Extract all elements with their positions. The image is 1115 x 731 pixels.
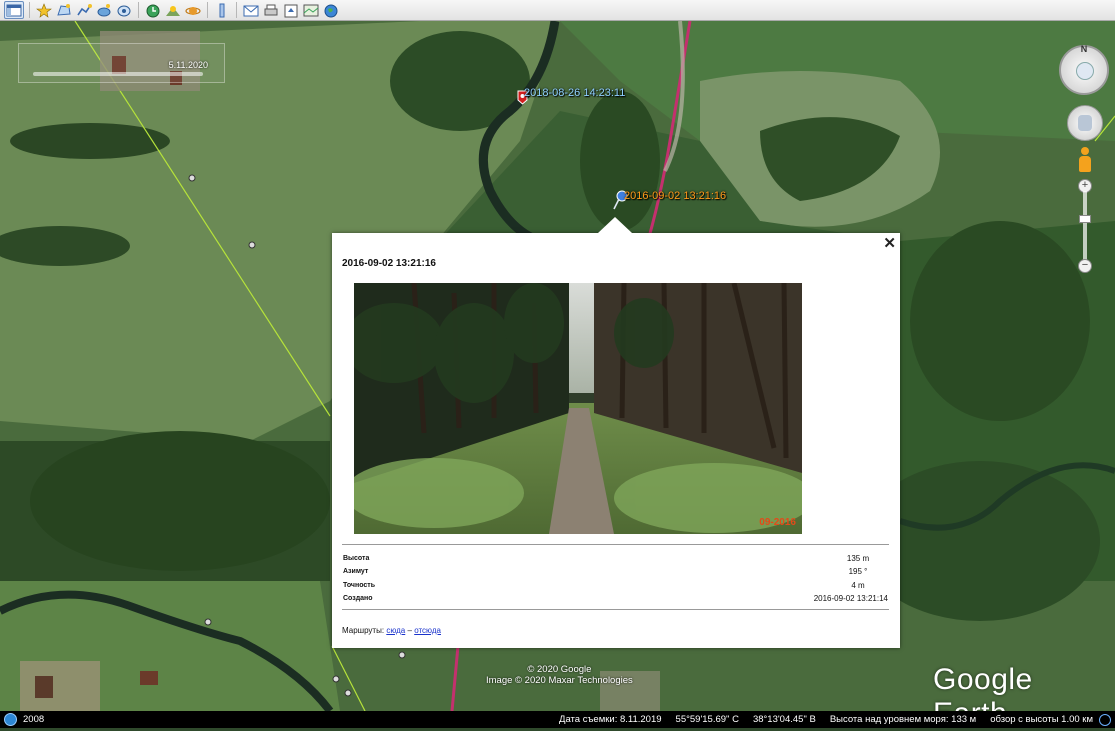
property-value: 2016-09-02 13:21:14 — [813, 594, 888, 604]
imagery-year[interactable]: 2008 — [23, 714, 44, 725]
historical-imagery-icon[interactable] — [144, 2, 162, 18]
move-joystick[interactable] — [1067, 105, 1103, 141]
add-placemark-icon[interactable] — [35, 2, 53, 18]
copyright-maxar: Image © 2020 Maxar Technologies — [486, 675, 633, 686]
placemark-balloon: ✕ 2016-09-02 13:21:16 09-2016 Высота 135… — [332, 217, 900, 648]
divider — [342, 609, 889, 610]
add-image-overlay-icon[interactable] — [95, 2, 113, 18]
zoom-thumb[interactable] — [1079, 215, 1091, 223]
hand-icon — [1078, 115, 1092, 131]
streaming-indicator-icon — [1099, 713, 1111, 726]
route-to-link[interactable]: сюда — [386, 626, 405, 635]
add-polygon-icon[interactable] — [55, 2, 73, 18]
imagery-date: Дата съемки: 8.11.2019 — [559, 714, 662, 725]
toolbar-separator — [236, 2, 237, 18]
close-icon[interactable]: ✕ — [883, 234, 896, 252]
navigation-controls: N + − — [1059, 44, 1111, 275]
add-path-icon[interactable] — [75, 2, 93, 18]
property-row: Создано 2016-09-02 13:21:14 — [343, 592, 888, 605]
properties-table: Высота 135 m Азимут 195 ° Точность 4 m С… — [343, 552, 888, 605]
sidebar-toggle-icon[interactable] — [4, 1, 24, 19]
sun-icon[interactable] — [164, 2, 182, 18]
email-icon[interactable] — [242, 2, 260, 18]
north-indicator[interactable]: N — [1081, 44, 1088, 54]
street-view-pegman-icon[interactable] — [1078, 147, 1092, 173]
property-value: 195 ° — [848, 567, 868, 577]
time-slider[interactable]: 5.11.2020 — [18, 43, 225, 83]
time-slider-date: 5.11.2020 — [168, 60, 208, 70]
zoom-track[interactable] — [1083, 191, 1087, 263]
planet-icon[interactable] — [184, 2, 202, 18]
view-in-maps-icon[interactable] — [302, 2, 320, 18]
property-row: Высота 135 m — [343, 552, 888, 565]
balloon-title: 2016-09-02 13:21:16 — [342, 258, 436, 269]
toolbar-separator — [138, 2, 139, 18]
routes-line: Маршруты: сюда – отсюда — [342, 626, 441, 635]
longitude: 38°13'04.45" В — [752, 714, 816, 725]
property-value: 135 m — [846, 554, 870, 564]
routes-label: Маршруты: — [342, 626, 385, 635]
property-value: 4 m — [851, 580, 865, 590]
time-slider-track[interactable] — [33, 72, 203, 76]
zoom-slider[interactable]: + − — [1078, 179, 1092, 275]
look-around-icon[interactable] — [1076, 62, 1094, 80]
toolbar — [0, 0, 1115, 21]
latitude: 55°59'15.69" С — [675, 714, 739, 725]
elevation: Высота над уровнем моря: 133 м — [829, 714, 977, 725]
save-image-icon[interactable] — [282, 2, 300, 18]
toolbar-separator — [207, 2, 208, 18]
route-from-link[interactable]: отсюда — [414, 626, 441, 635]
routes-separator: – — [407, 626, 412, 635]
record-tour-icon[interactable] — [115, 2, 133, 18]
placemark-label[interactable]: 2016-09-02 13:21:16 — [624, 190, 726, 202]
eye-altitude: обзор с высоты 1.00 км — [990, 714, 1093, 725]
status-bar: 2008 Дата съемки: 8.11.2019 55°59'15.69"… — [0, 711, 1115, 728]
earth-icon[interactable] — [322, 2, 340, 18]
globe-icon — [4, 713, 17, 726]
zoom-out-button[interactable]: − — [1078, 259, 1092, 273]
property-row: Азимут 195 ° — [343, 565, 888, 578]
property-key: Точность — [343, 581, 376, 589]
photo-date-stamp: 09-2016 — [759, 517, 796, 528]
property-key: Азимут — [343, 568, 369, 576]
balloon-tail — [598, 217, 632, 233]
divider — [342, 544, 889, 545]
forest-photo: 09-2016 — [354, 283, 802, 534]
print-icon[interactable] — [262, 2, 280, 18]
toolbar-separator — [29, 2, 30, 18]
placemark-label[interactable]: 2018-08-26 14:23:11 — [524, 87, 625, 99]
property-row: Точность 4 m — [343, 579, 888, 592]
property-key: Высота — [343, 555, 370, 563]
property-key: Создано — [343, 595, 373, 603]
imagery-copyright: © 2020 Google Image © 2020 Maxar Technol… — [486, 664, 633, 686]
copyright-google: © 2020 Google — [527, 664, 592, 675]
compass-ring[interactable]: N — [1059, 44, 1109, 95]
ruler-icon[interactable] — [213, 2, 231, 18]
